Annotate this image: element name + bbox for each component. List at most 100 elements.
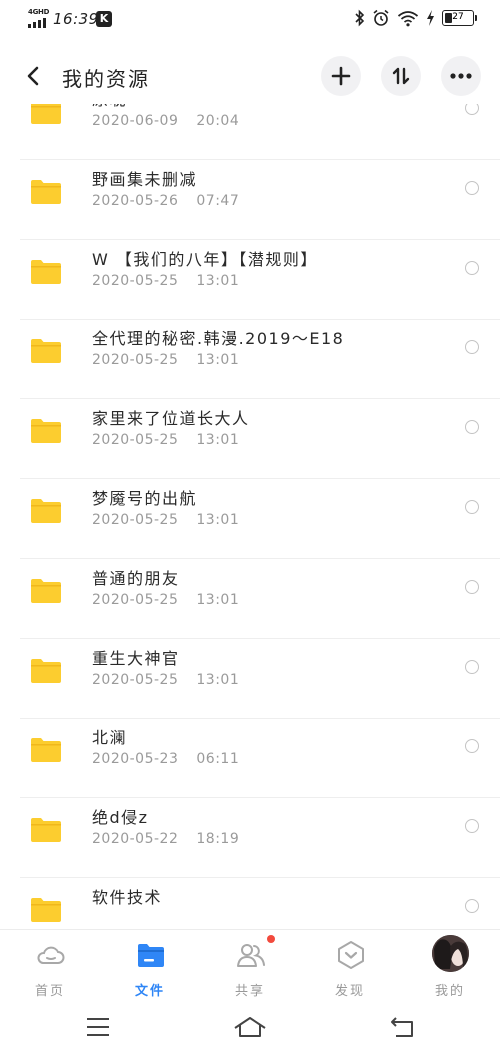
file-date: 2020-05-25 [92,672,179,688]
select-checkbox[interactable] [465,181,479,195]
select-checkbox[interactable] [465,660,479,674]
alarm-icon [373,9,389,26]
signal-icon: 4GHD [28,8,50,28]
charging-icon [427,10,434,26]
file-modified-time: 2020-05-22 18:19 [92,831,239,847]
discover-icon [338,941,364,969]
file-date: 2020-05-23 [92,751,179,767]
nav-share[interactable]: 共享 [200,930,300,1005]
folder-icon [31,898,61,922]
network-type: 4GHD [28,8,50,16]
list-item[interactable]: 原耽 2020-06-09 20:04 [0,104,500,160]
folder-icon [138,944,164,967]
page-title: 我的资源 [62,67,150,91]
file-time: 13:01 [196,352,240,368]
wifi-icon [397,10,419,26]
notification-badge [267,935,275,943]
file-modified-time: 2020-05-25 13:01 [92,512,239,528]
list-item[interactable]: 绝d侵z 2020-05-22 18:19 [0,798,500,878]
select-checkbox[interactable] [465,580,479,594]
file-name: 全代理的秘密.韩漫.2019～E18 [92,329,345,348]
file-name: 重生大神官 [92,649,180,668]
select-checkbox[interactable] [465,261,479,275]
file-modified-time: 2020-05-26 07:47 [92,193,239,209]
sort-button[interactable] [381,56,421,96]
list-item[interactable]: W 【我们的八年】【潜规则】 2020-05-25 13:01 [0,240,500,320]
clock: 16:39 [53,10,99,28]
folder-icon [31,499,61,523]
file-list[interactable]: 原耽 2020-06-09 20:04 野画集未删减 2020-05-26 07:47 W … [0,104,500,929]
list-item[interactable]: 软件技术 [0,878,500,929]
file-modified-time [92,911,110,927]
file-time: 13:01 [196,592,240,608]
folder-icon [31,104,61,124]
home-icon[interactable] [233,1016,267,1038]
nav-profile-label: 我的 [434,984,465,999]
file-modified-time: 2020-05-25 13:01 [92,352,239,368]
file-modified-time: 2020-05-23 06:11 [92,751,239,767]
nav-files[interactable]: 文件 [100,930,200,1005]
folder-icon [31,180,61,204]
app-header: 我的资源 [0,48,500,104]
file-date: 2020-05-25 [92,512,179,528]
nav-home[interactable]: 首页 [0,930,100,1005]
select-checkbox[interactable] [465,104,479,115]
file-modified-time: 2020-05-25 13:01 [92,592,239,608]
file-date: 2020-05-22 [92,831,179,847]
file-name: 野画集未删减 [92,170,198,189]
select-checkbox[interactable] [465,819,479,833]
file-time: 13:01 [196,273,240,289]
add-button[interactable] [321,56,361,96]
file-name: 家里来了位道长大人 [92,409,250,428]
select-checkbox[interactable] [465,340,479,354]
file-modified-time: 2020-05-25 13:01 [92,672,239,688]
select-checkbox[interactable] [465,500,479,514]
file-date: 2020-05-25 [92,352,179,368]
file-time: 06:11 [196,751,240,767]
file-name: 原耽 [92,104,127,110]
select-checkbox[interactable] [465,420,479,434]
file-date: 2020-05-25 [92,273,179,289]
folder-icon [31,659,61,683]
status-bar: 4GHD 16:39 K 27 [0,0,500,38]
avatar[interactable] [432,935,469,972]
list-item[interactable]: 普通的朋友 2020-05-25 13:01 [0,559,500,639]
select-checkbox[interactable] [465,739,479,753]
nav-discover[interactable]: 发现 [300,930,400,1005]
file-modified-time: 2020-06-09 20:04 [92,113,239,129]
file-date: 2020-05-26 [92,193,179,209]
share-people-icon [237,944,265,967]
file-time: 13:01 [196,432,240,448]
list-item[interactable]: 全代理的秘密.韩漫.2019～E18 2020-05-25 13:01 [0,319,500,399]
list-item[interactable]: 家里来了位道长大人 2020-05-25 13:01 [0,399,500,479]
file-name: 北澜 [92,728,128,747]
more-options-button[interactable] [441,56,481,96]
back-nav-icon[interactable] [390,1016,414,1038]
battery-icon: 27 [442,10,477,26]
folder-icon [31,419,61,443]
file-time: 13:01 [196,672,240,688]
plus-icon [331,66,351,86]
folder-icon [31,818,61,842]
nav-home-label: 首页 [34,984,65,999]
list-item[interactable]: 野画集未删减 2020-05-26 07:47 [0,160,500,240]
nav-discover-label: 发现 [334,984,365,999]
list-item[interactable]: 梦魇号的出航 2020-05-25 13:01 [0,479,500,559]
file-modified-time: 2020-05-25 13:01 [92,432,239,448]
file-name: 软件技术 [92,888,163,907]
back-icon[interactable] [20,62,48,90]
list-item[interactable]: 北澜 2020-05-23 06:11 [0,718,500,798]
file-time: 20:04 [196,113,240,129]
file-time: 07:47 [196,193,240,209]
folder-icon [31,738,61,762]
app-notification-icon: K [96,11,112,27]
list-item[interactable]: 重生大神官 2020-05-25 13:01 [0,639,500,719]
bluetooth-icon [355,9,365,27]
file-modified-time: 2020-05-25 13:01 [92,273,239,289]
more-icon [450,73,472,79]
menu-icon[interactable] [86,1016,110,1038]
file-date: 2020-05-25 [92,432,179,448]
file-name: 普通的朋友 [92,569,180,588]
select-checkbox[interactable] [465,899,479,913]
file-time: 13:01 [196,512,240,528]
